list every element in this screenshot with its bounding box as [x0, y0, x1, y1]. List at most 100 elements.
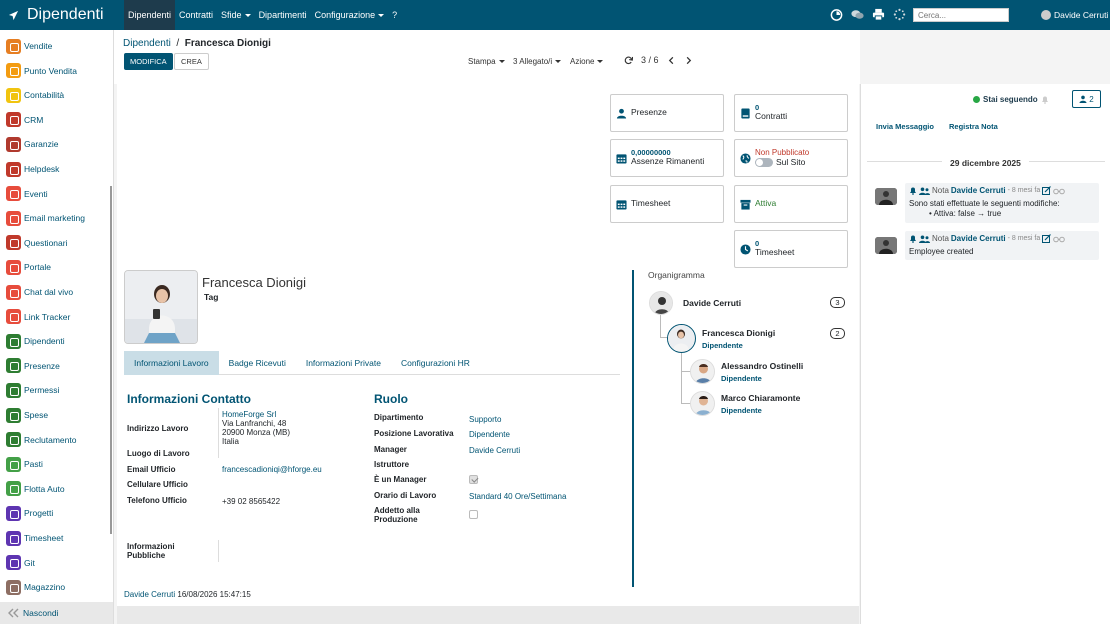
breadcrumb-separator: /: [173, 38, 182, 49]
field-separator: [218, 408, 219, 458]
timesheet-count-title: Timesheet: [755, 247, 795, 258]
app-icon: [6, 136, 21, 152]
sidebar-item-flotta-auto[interactable]: Flotta Auto: [0, 477, 112, 501]
sidebar-item-reclutamento[interactable]: Reclutamento: [0, 428, 112, 452]
manager-value[interactable]: Davide Cerruti: [469, 446, 520, 455]
employee-photo[interactable]: [124, 270, 198, 344]
pager-value[interactable]: 3 / 6: [641, 55, 659, 65]
job-position-value[interactable]: Dipendente: [469, 430, 510, 439]
sidebar-item-link-tracker[interactable]: Link Tracker: [0, 305, 112, 329]
contratti-smart-button[interactable]: 0 Contratti: [734, 94, 848, 132]
app-brand[interactable]: Dipendenti: [8, 0, 104, 30]
sidebar-scrollbar[interactable]: [110, 186, 112, 534]
timesheet-count-smart-button[interactable]: 0 Timesheet: [734, 230, 848, 268]
work-address-line-1[interactable]: HomeForge Srl: [222, 410, 276, 419]
attiva-smart-button[interactable]: Attiva: [734, 185, 848, 223]
print-dropdown[interactable]: Stampa: [468, 57, 505, 66]
employee-tag-field[interactable]: Tag: [204, 292, 218, 302]
sidebar-item-questionari[interactable]: Questionari: [0, 231, 112, 255]
edit-button[interactable]: MODIFICA: [124, 53, 173, 70]
sidebar-item-magazzino[interactable]: Magazzino: [0, 575, 112, 599]
department-value[interactable]: Supporto: [469, 415, 501, 424]
sidebar-item-git[interactable]: Git: [0, 551, 112, 575]
org-manager-count-badge[interactable]: 3: [830, 297, 845, 308]
sidebar-item-pasti[interactable]: Pasti: [0, 452, 112, 476]
search-input[interactable]: [913, 8, 1009, 22]
sidebar-item-eventi[interactable]: Eventi: [0, 182, 112, 206]
follow-status-button[interactable]: Stai seguendo: [973, 95, 1038, 104]
sidebar-hide-button[interactable]: Nascondi: [0, 602, 113, 624]
action-dropdown[interactable]: Azione: [570, 57, 604, 66]
sidebar-item-label: CRM: [24, 114, 44, 125]
timer-icon[interactable]: [830, 8, 843, 21]
user-menu[interactable]: Davide Cerruti: [1041, 0, 1108, 30]
org-self-node[interactable]: Francesca Dionigi Dipendente: [667, 324, 775, 353]
sidebar-item-portale[interactable]: Portale: [0, 255, 112, 279]
presenze-smart-button[interactable]: Presenze: [610, 94, 724, 132]
menu-help[interactable]: ?: [388, 0, 401, 30]
sidebar-item-timesheet[interactable]: Timesheet: [0, 526, 112, 550]
apps-menu-icon[interactable]: [8, 10, 19, 21]
sidebar-item-helpdesk[interactable]: Helpdesk: [0, 157, 112, 181]
sidebar-item-crm[interactable]: CRM: [0, 108, 112, 132]
tab-informazioni-lavoro[interactable]: Informazioni Lavoro: [124, 351, 219, 375]
pubblicato-smart-button[interactable]: Non Pubblicato Sul Sito: [734, 139, 848, 177]
tab-configurazioni-hr[interactable]: Configurazioni HR: [391, 351, 480, 375]
chat-icon[interactable]: [851, 8, 864, 21]
message-author[interactable]: Davide Cerruti: [951, 186, 1006, 195]
log-note-button[interactable]: Registra Nota: [949, 122, 998, 131]
glasses-icon[interactable]: [1053, 187, 1066, 195]
sidebar-item-spese[interactable]: Spese: [0, 403, 112, 427]
is-manager-checkbox[interactable]: [469, 475, 478, 484]
attachments-dropdown[interactable]: 3 Allegato/i: [513, 57, 562, 66]
menu-sfide[interactable]: Sfide: [217, 0, 255, 30]
sidebar-item-garanzie[interactable]: Garanzie: [0, 132, 112, 156]
org-self-count-badge[interactable]: 2: [830, 328, 845, 339]
assenze-smart-button[interactable]: 0,00000000 Assenze Rimanenti: [610, 139, 724, 177]
chevron-left-icon[interactable]: [667, 56, 676, 65]
last-update-user[interactable]: Davide Cerruti: [124, 590, 175, 599]
avatar[interactable]: [875, 188, 897, 205]
tab-informazioni-private[interactable]: Informazioni Private: [296, 351, 391, 375]
org-report-node[interactable]: Marco Chiaramonte Dipendente: [690, 391, 800, 416]
menu-contratti[interactable]: Contratti: [175, 0, 217, 30]
sidebar-item-presenze[interactable]: Presenze: [0, 354, 112, 378]
sidebar-item-chat-dal-vivo[interactable]: Chat dal vivo: [0, 280, 112, 304]
publish-toggle[interactable]: [755, 157, 773, 167]
sidebar-item-progetti[interactable]: Progetti: [0, 501, 112, 525]
sidebar-item-dipendenti[interactable]: Dipendenti: [0, 329, 112, 353]
followers-button[interactable]: 2: [1072, 90, 1101, 108]
org-manager-node[interactable]: Davide Cerruti: [649, 291, 741, 315]
sidebar-item-contabilit-[interactable]: Contabilità: [0, 83, 112, 107]
sidebar-item-punto-vendita[interactable]: Punto Vendita: [0, 59, 112, 83]
printer-icon[interactable]: [872, 8, 885, 21]
sidebar-item-vendite[interactable]: Vendite: [0, 34, 112, 58]
breadcrumb-parent[interactable]: Dipendenti: [123, 38, 171, 49]
sidebar-item-permessi[interactable]: Permessi: [0, 378, 112, 402]
timesheet-smart-button[interactable]: Timesheet: [610, 185, 724, 223]
app-icon: [6, 407, 21, 423]
edit-icon[interactable]: [1042, 234, 1052, 243]
work-email-value[interactable]: francescadioniqi@hforge.eu: [222, 465, 322, 474]
avatar[interactable]: [875, 237, 897, 254]
glasses-icon[interactable]: [1053, 235, 1066, 243]
menu-configurazione[interactable]: Configurazione: [311, 0, 389, 30]
send-message-button[interactable]: Invia Messaggio: [876, 122, 934, 131]
create-button[interactable]: CREA: [174, 53, 209, 70]
org-report-node[interactable]: Alessandro Ostinelli Dipendente: [690, 359, 803, 384]
message-author[interactable]: Davide Cerruti: [951, 234, 1006, 243]
sidebar-item-email-marketing[interactable]: Email marketing: [0, 206, 112, 230]
edit-icon[interactable]: [1042, 186, 1052, 195]
work-phone-value[interactable]: +39 02 8565422: [222, 497, 280, 506]
menu-dipartimenti[interactable]: Dipartimenti: [255, 0, 311, 30]
refresh-icon[interactable]: [624, 56, 633, 65]
employee-name[interactable]: Francesca Dionigi: [202, 275, 306, 290]
tab-badge-ricevuti[interactable]: Badge Ricevuti: [219, 351, 296, 375]
menu-dipendenti[interactable]: Dipendenti: [124, 0, 176, 30]
bell-icon[interactable]: [1041, 95, 1049, 104]
app-icon: [6, 63, 21, 79]
production-checkbox[interactable]: [469, 510, 478, 519]
chevron-right-icon[interactable]: [684, 56, 693, 65]
app-icon: [6, 309, 21, 325]
working-hours-value[interactable]: Standard 40 Ore/Settimana: [469, 492, 566, 501]
